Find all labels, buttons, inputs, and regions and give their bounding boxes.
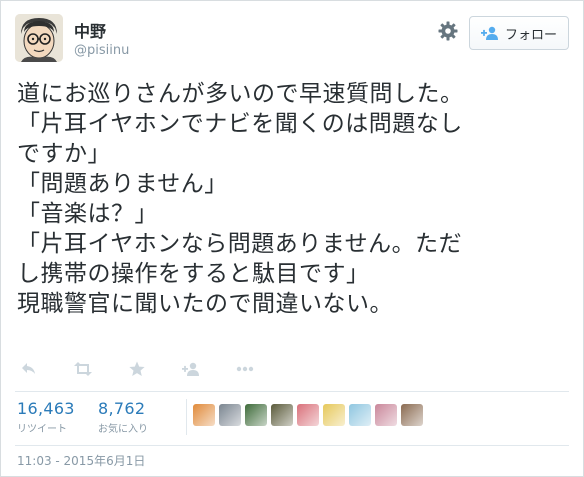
retweet-count: 16,463 [17,399,75,418]
liker-avatar[interactable] [193,404,215,426]
divider [15,445,569,446]
cartoon-avatar-icon [15,14,63,62]
retweet-icon[interactable] [71,357,95,381]
favorite-count: 8,762 [98,399,146,418]
divider [15,391,569,392]
retweet-label: リツイート [17,424,67,435]
user-handle[interactable]: @pisiinu [74,43,129,58]
follow-button[interactable]: フォロー [469,16,569,50]
more-icon[interactable] [233,357,257,381]
stats-divider [186,399,187,435]
follow-label: フォロー [504,27,557,43]
tweet-card: 中野 @pisiinu フォロー 道にお巡りさんが多いので早速質問した。 「片耳… [0,0,584,477]
tweet-actions [17,356,287,382]
liker-avatar[interactable] [349,404,371,426]
liker-avatar[interactable] [245,404,267,426]
liker-avatar[interactable] [375,404,397,426]
tweet-timestamp[interactable]: 11:03 - 2015年6月1日 [17,452,145,469]
gear-icon[interactable] [438,21,458,41]
liker-avatar[interactable] [219,404,241,426]
liker-avatar[interactable] [271,404,293,426]
add-user-icon [480,26,499,40]
liker-avatar[interactable] [401,404,423,426]
liker-avatars [193,404,423,426]
favorite-stat[interactable]: 8,762 お気に入り [98,399,148,435]
retweet-stat[interactable]: 16,463 リツイート [17,399,75,435]
avatar[interactable] [15,14,63,62]
favorite-label: お気に入り [98,424,148,435]
display-name[interactable]: 中野 [74,18,106,42]
follow-user-icon[interactable] [179,357,203,381]
reply-icon[interactable] [17,357,41,381]
liker-avatar[interactable] [323,404,345,426]
liker-avatar[interactable] [297,404,319,426]
tweet-text: 道にお巡りさんが多いので早速質問した。 「片耳イヤホンでナビを聞くのは問題なし … [17,81,464,317]
favorite-icon[interactable] [125,357,149,381]
